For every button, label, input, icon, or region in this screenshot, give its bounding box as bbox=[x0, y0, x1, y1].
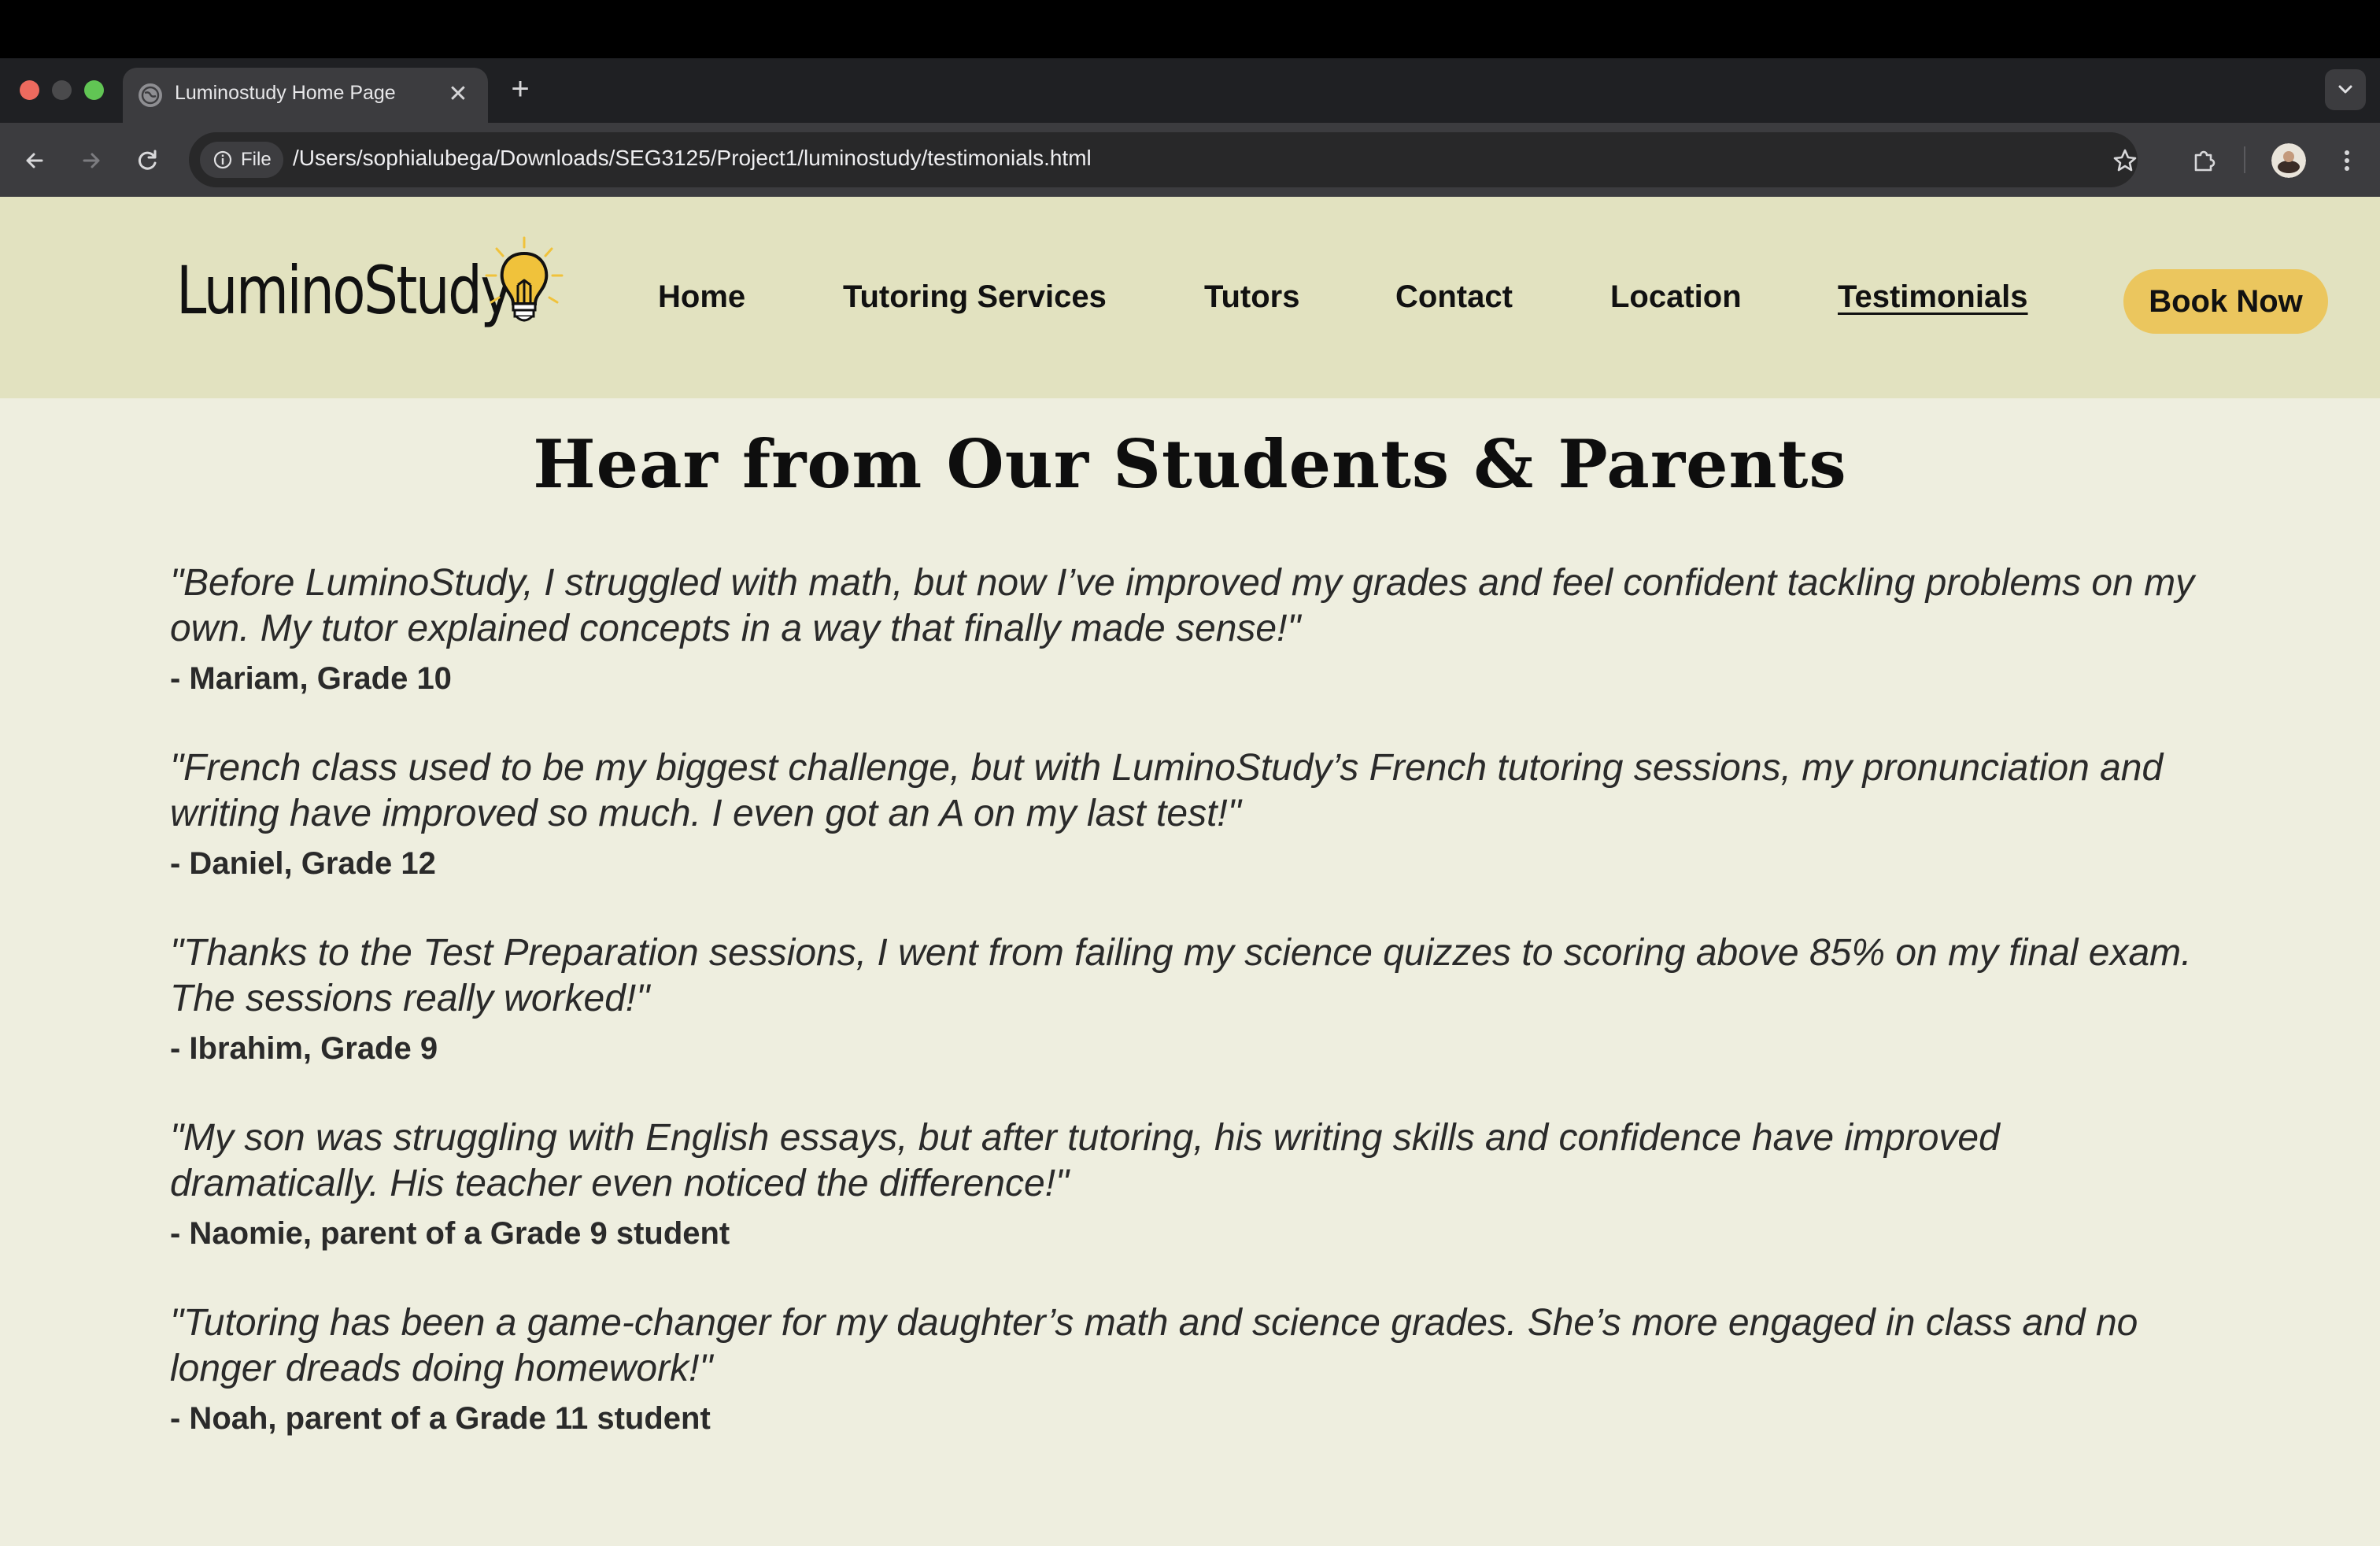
avatar-icon bbox=[2271, 143, 2306, 178]
book-now-button[interactable]: Book Now bbox=[2123, 269, 2328, 334]
testimonial-item: "My son was struggling with English essa… bbox=[170, 1115, 2216, 1300]
forward-button[interactable] bbox=[72, 141, 111, 180]
testimonial-item: "Tutoring has been a game-changer for my… bbox=[170, 1300, 2216, 1485]
nav-testimonials-link[interactable]: Testimonials bbox=[1838, 279, 2028, 315]
testimonial-author: - Daniel, Grade 12 bbox=[170, 846, 436, 881]
minimize-window-button[interactable] bbox=[52, 80, 72, 100]
star-icon bbox=[2113, 149, 2137, 172]
tab-search-button[interactable] bbox=[2325, 69, 2366, 110]
globe-icon bbox=[139, 83, 162, 107]
browser-tab[interactable]: Luminostudy Home Page ✕ bbox=[123, 68, 488, 123]
logo-text: LuminoStudy bbox=[176, 252, 512, 329]
testimonial-quote: "French class used to be my biggest chal… bbox=[170, 747, 2164, 834]
testimonial-item: "Before LuminoStudy, I struggled with ma… bbox=[170, 560, 2216, 745]
maximize-window-button[interactable] bbox=[84, 80, 104, 100]
toolbar-divider bbox=[2244, 146, 2245, 173]
reload-button[interactable] bbox=[128, 141, 168, 180]
reload-icon bbox=[138, 150, 157, 170]
back-button[interactable] bbox=[15, 141, 54, 180]
testimonial-quote: "My son was struggling with English essa… bbox=[170, 1117, 2000, 1204]
screen-bezel bbox=[0, 0, 2380, 58]
new-tab-button[interactable]: + bbox=[502, 71, 538, 107]
testimonial-author: - Noah, parent of a Grade 11 student bbox=[170, 1401, 711, 1436]
testimonial-quote: "Before LuminoStudy, I struggled with ma… bbox=[170, 562, 2195, 649]
testimonial-list: "Before LuminoStudy, I struggled with ma… bbox=[170, 560, 2216, 1485]
profile-avatar[interactable] bbox=[2271, 143, 2306, 178]
testimonial-item: "French class used to be my biggest chal… bbox=[170, 745, 2216, 930]
close-window-button[interactable] bbox=[20, 80, 39, 100]
testimonial-quote: "Tutoring has been a game-changer for my… bbox=[170, 1302, 2138, 1389]
testimonial-author: - Naomie, parent of a Grade 9 student bbox=[170, 1216, 730, 1251]
extensions-button[interactable] bbox=[2184, 141, 2223, 180]
page-title: Hear from Our Students & Parents bbox=[533, 425, 1847, 503]
nav-home-link[interactable]: Home bbox=[658, 279, 745, 315]
nav-tutors-link[interactable]: Tutors bbox=[1204, 279, 1299, 315]
testimonial-author: - Ibrahim, Grade 9 bbox=[170, 1031, 438, 1066]
browser-menu-button[interactable] bbox=[2327, 141, 2367, 180]
kebab-menu-icon bbox=[2345, 150, 2349, 171]
nav-location-link[interactable]: Location bbox=[1610, 279, 1742, 315]
address-bar[interactable]: File /Users/sophialubega/Downloads/SEG31… bbox=[189, 132, 2138, 187]
testimonial-quote: "Thanks to the Test Preparation sessions… bbox=[170, 932, 2192, 1019]
site-logo[interactable]: LuminoStudy bbox=[176, 231, 570, 350]
url-text[interactable]: /Users/sophialubega/Downloads/SEG3125/Pr… bbox=[293, 146, 1092, 171]
extensions-icon bbox=[2194, 150, 2216, 172]
nav-tutoring-services-link[interactable]: Tutoring Services bbox=[843, 279, 1107, 315]
back-arrow-icon bbox=[26, 153, 43, 168]
site-info-chip[interactable]: File bbox=[200, 142, 283, 178]
forward-arrow-icon bbox=[83, 153, 100, 168]
bookmark-button[interactable] bbox=[2105, 141, 2145, 180]
testimonial-author: - Mariam, Grade 10 bbox=[170, 661, 452, 696]
testimonial-item: "Thanks to the Test Preparation sessions… bbox=[170, 930, 2216, 1115]
lightbulb-icon bbox=[485, 236, 564, 322]
chevron-down-icon bbox=[2338, 85, 2352, 94]
nav-contact-link[interactable]: Contact bbox=[1395, 279, 1513, 315]
tab-title: Luminostudy Home Page bbox=[175, 82, 396, 104]
info-icon bbox=[213, 150, 232, 169]
close-tab-icon[interactable]: ✕ bbox=[442, 79, 474, 110]
chip-label: File bbox=[241, 149, 272, 170]
